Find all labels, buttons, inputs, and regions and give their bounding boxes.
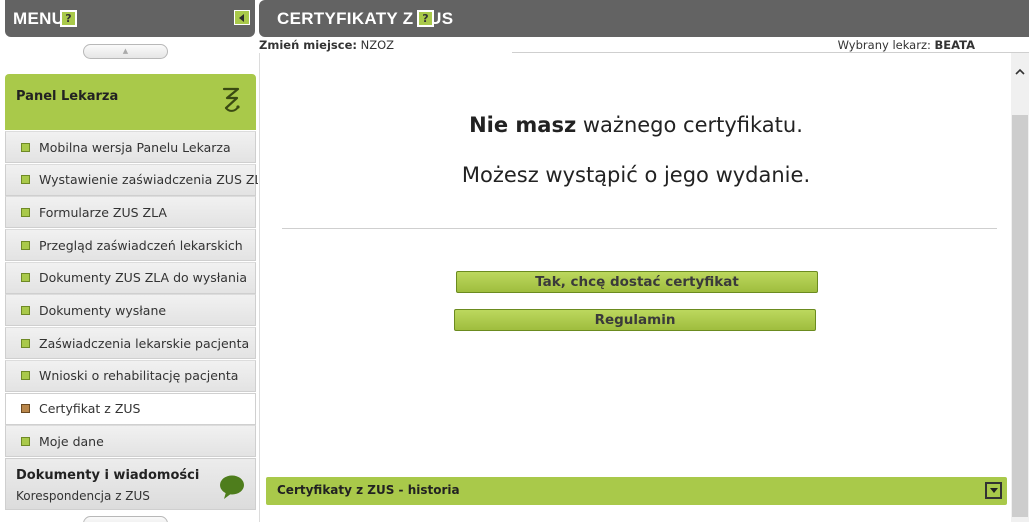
- bullet-icon: [21, 240, 30, 250]
- request-certificate-button[interactable]: Tak, chcę dostać certyfikat: [456, 271, 818, 293]
- sidebar-menu: Mobilna wersja Panelu Lekarza Wystawieni…: [5, 131, 258, 458]
- message-rest: ważnego certyfikatu.: [576, 113, 803, 137]
- collapse-sidebar-icon[interactable]: [234, 10, 250, 25]
- sidebar-item-zaswiadczenia-pacjenta[interactable]: Zaświadczenia lekarskie pacjenta: [5, 327, 256, 360]
- docs-subtitle-link[interactable]: Korespondencja z ZUS: [16, 489, 150, 503]
- bullet-icon: [21, 207, 30, 217]
- info-bar: Zmień miejsce: NZOZ Wybrany lekarz: BEAT…: [259, 38, 1029, 53]
- location-value: NZOZ: [360, 38, 395, 52]
- sidebar-item-wyslane[interactable]: Dokumenty wysłane: [5, 294, 256, 327]
- sidebar-item-label: Dokumenty wysłane: [39, 302, 167, 318]
- main-help-button[interactable]: ?: [417, 10, 434, 27]
- main-panel: CERTYFIKATY Z ZUS ? Zmień miejsce: NZOZ …: [259, 0, 1029, 522]
- sidebar-item-mobilna-wersja[interactable]: Mobilna wersja Panelu Lekarza: [5, 131, 256, 163]
- docs-title: Dokumenty i wiadomości: [16, 468, 200, 483]
- location-label: Zmień miejsce:: [259, 38, 357, 52]
- sidebar-title: MENU: [13, 9, 65, 28]
- bullet-icon: [21, 371, 30, 381]
- sidebar-item-label: Zaświadczenia lekarskie pacjenta: [39, 335, 250, 351]
- doctor-value: BEATA: [934, 38, 975, 52]
- bullet-icon: [21, 305, 30, 315]
- bullet-icon: [21, 436, 30, 446]
- content-divider: [282, 228, 997, 229]
- main-header: CERTYFIKATY Z ZUS ?: [259, 0, 1029, 37]
- sidebar-item-label: Przegląd zaświadczeń lekarskich: [39, 237, 243, 253]
- sidebar-help-button[interactable]: ?: [60, 10, 77, 27]
- sidebar-header: MENU ?: [5, 0, 255, 37]
- sidebar-item-formularze[interactable]: Formularze ZUS ZLA: [5, 196, 256, 229]
- bullet-icon: [21, 175, 30, 185]
- sidebar-item-label: Dokumenty ZUS ZLA do wysłania: [39, 270, 248, 286]
- doctor-label: Wybrany lekarz:: [837, 38, 931, 52]
- panel-lekarza-header[interactable]: Panel Lekarza: [5, 74, 256, 130]
- sidebar-item-label: Moje dane: [39, 433, 104, 449]
- sidebar-item-label: Certyfikat z ZUS: [39, 401, 141, 416]
- sidebar-item-label: Wnioski o rehabilitację pacjenta: [39, 368, 239, 384]
- sidebar-item-moje-dane[interactable]: Moje dane: [5, 425, 256, 458]
- expand-history-icon[interactable]: [985, 482, 1002, 499]
- docs-messages-section[interactable]: Dokumenty i wiadomości Korespondencja z …: [5, 458, 256, 510]
- request-hint-message: Możesz wystąpić o jego wydanie.: [461, 163, 811, 187]
- certificate-history-label: Certyfikaty z ZUS - historia: [277, 483, 460, 497]
- vertical-scrollbar[interactable]: [1011, 53, 1029, 522]
- scrollbar-thumb[interactable]: [1012, 115, 1028, 517]
- message-bold: Nie masz: [469, 113, 577, 137]
- bullet-icon: [21, 273, 30, 283]
- chevron-up-icon[interactable]: [1015, 67, 1025, 77]
- sidebar-item-label: Formularze ZUS ZLA: [39, 204, 167, 220]
- location-selector[interactable]: Zmień miejsce: NZOZ: [259, 38, 394, 52]
- selected-doctor: Wybrany lekarz: BEATA: [838, 38, 975, 52]
- snake-staff-icon: [222, 87, 240, 112]
- no-certificate-message: Nie masz ważnego certyfikatu.: [260, 113, 1012, 137]
- sidebar-scroll-up-button[interactable]: ▲: [83, 44, 168, 59]
- sidebar-item-do-wyslania[interactable]: Dokumenty ZUS ZLA do wysłania: [5, 261, 256, 294]
- sidebar-item-wystawienie-zla[interactable]: Wystawienie zaświadczenia ZUS ZLA: [5, 163, 258, 196]
- certificate-history-bar[interactable]: Certyfikaty z ZUS - historia: [266, 477, 1007, 505]
- sidebar: MENU ? ▲ Panel Lekarza Mobilna wersja Pa…: [0, 0, 258, 522]
- sidebar-item-przeglad[interactable]: Przegląd zaświadczeń lekarskich: [5, 229, 256, 262]
- content-area: Nie masz ważnego certyfikatu. Możesz wys…: [259, 53, 1011, 522]
- sidebar-item-wnioski-rehabilitacja[interactable]: Wnioski o rehabilitację pacjenta: [5, 359, 256, 392]
- bullet-icon: [21, 142, 30, 152]
- speech-bubble-icon: [220, 475, 244, 499]
- sidebar-scroll-down-button[interactable]: [83, 516, 168, 522]
- sidebar-item-label: Wystawienie zaświadczenia ZUS ZLA: [39, 172, 258, 188]
- bullet-icon: [21, 338, 30, 348]
- bullet-icon: [21, 404, 30, 413]
- sidebar-item-certyfikat[interactable]: Certyfikat z ZUS: [5, 392, 256, 425]
- terms-button[interactable]: Regulamin: [454, 309, 816, 331]
- panel-lekarza-label: Panel Lekarza: [16, 89, 119, 104]
- sidebar-item-label: Mobilna wersja Panelu Lekarza: [39, 139, 231, 155]
